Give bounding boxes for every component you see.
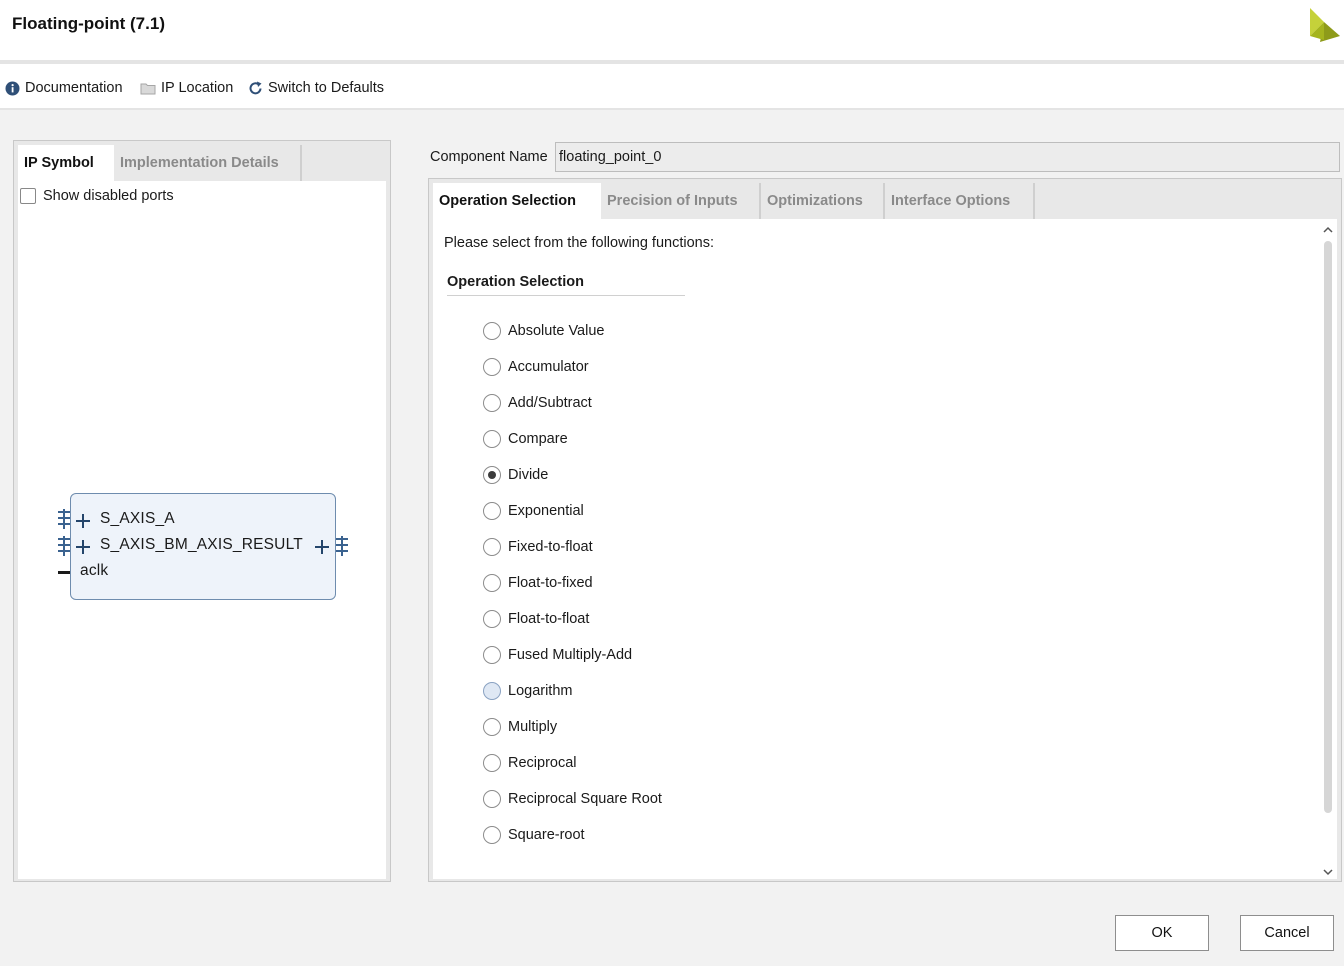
toolbar: Documentation IP Location Switch to Defa… — [0, 64, 1344, 110]
bus-connector-icon — [58, 509, 70, 529]
show-disabled-ports-checkbox[interactable]: Show disabled ports — [20, 188, 174, 204]
radio-button[interactable] — [483, 646, 501, 664]
section-divider — [447, 295, 685, 296]
operation-label: Compare — [508, 431, 568, 447]
operation-option[interactable]: Float-to-float — [483, 609, 589, 629]
operation-option[interactable]: Divide — [483, 465, 548, 485]
operation-option[interactable]: Exponential — [483, 501, 584, 521]
show-disabled-ports-label: Show disabled ports — [43, 188, 174, 204]
operation-label: Logarithm — [508, 683, 573, 699]
radio-button[interactable] — [483, 610, 501, 628]
tab-optimizations[interactable]: Optimizations — [761, 183, 883, 219]
cancel-button[interactable]: Cancel — [1240, 915, 1334, 951]
title-bar: Floating-point (7.1) — [0, 0, 1344, 60]
component-name-input[interactable] — [555, 142, 1340, 172]
ip-location-label: IP Location — [161, 80, 234, 96]
scrollbar-thumb[interactable] — [1324, 241, 1332, 813]
operation-label: Absolute Value — [508, 323, 605, 339]
radio-button[interactable] — [483, 718, 501, 736]
operation-option[interactable]: Reciprocal — [483, 753, 577, 773]
checkbox-box — [20, 188, 36, 204]
operation-label: Square-root — [508, 827, 585, 843]
port-s-axis-b-m-axis-result: S_AXIS_BM_AXIS_RESULT — [100, 536, 303, 553]
operation-label: Float-to-fixed — [508, 575, 593, 591]
right-panel: Operation Selection Precision of Inputs … — [428, 178, 1342, 882]
tab-separator — [300, 145, 302, 181]
bus-connector-icon — [336, 536, 348, 556]
ip-block[interactable]: S_AXIS_A S_AXIS_BM_AXIS_RESULT aclk — [70, 493, 336, 600]
operation-option[interactable]: Fused Multiply-Add — [483, 645, 632, 665]
radio-button[interactable] — [483, 394, 501, 412]
tab-precision-of-inputs[interactable]: Precision of Inputs — [601, 183, 759, 219]
port-aclk: aclk — [80, 562, 109, 579]
ip-location-button[interactable]: IP Location — [140, 79, 233, 97]
operation-label: Exponential — [508, 503, 584, 519]
left-panel: IP Symbol Implementation Details Show di… — [13, 140, 391, 882]
section-title: Operation Selection — [447, 274, 584, 290]
operation-label: Accumulator — [508, 359, 589, 375]
operation-option[interactable]: Logarithm — [483, 681, 572, 701]
ip-symbol-view: Show disabled ports S_AXIS_A S_AXIS_BM_A… — [18, 181, 386, 879]
chevron-down-icon[interactable] — [1323, 867, 1333, 877]
operation-option[interactable]: Square-root — [483, 825, 585, 845]
vertical-scrollbar[interactable] — [1321, 221, 1335, 877]
radio-button[interactable] — [483, 502, 501, 520]
radio-button[interactable] — [483, 790, 501, 808]
operation-option[interactable]: Fixed-to-float — [483, 537, 593, 557]
tab-ip-symbol[interactable]: IP Symbol — [18, 145, 114, 181]
radio-button[interactable] — [483, 682, 501, 700]
operation-option[interactable]: Compare — [483, 429, 568, 449]
operation-label: Float-to-float — [508, 611, 590, 627]
operation-label: Multiply — [508, 719, 558, 735]
window-title: Floating-point (7.1) — [12, 14, 165, 33]
tab-interface-options[interactable]: Interface Options — [885, 183, 1033, 219]
documentation-label: Documentation — [25, 80, 123, 96]
operation-label: Divide — [508, 467, 549, 483]
left-tabs: IP Symbol Implementation Details — [18, 145, 302, 181]
xilinx-logo-icon — [1310, 8, 1340, 42]
radio-button[interactable] — [483, 466, 501, 484]
operation-option[interactable]: Add/Subtract — [483, 393, 592, 413]
refresh-icon — [249, 81, 262, 94]
component-name-label: Component Name — [430, 149, 548, 165]
operation-label: Fixed-to-float — [508, 539, 593, 555]
port-s-axis-a: S_AXIS_A — [100, 510, 175, 527]
switch-to-defaults-label: Switch to Defaults — [268, 80, 385, 96]
bus-connector-icon — [58, 536, 70, 556]
radio-button[interactable] — [483, 358, 501, 376]
ok-button[interactable]: OK — [1115, 915, 1209, 951]
intro-text: Please select from the following functio… — [444, 235, 714, 251]
documentation-button[interactable]: Documentation — [5, 79, 123, 97]
tab-implementation-details[interactable]: Implementation Details — [114, 145, 286, 181]
operation-option[interactable]: Accumulator — [483, 357, 589, 377]
operation-label: Fused Multiply-Add — [508, 647, 633, 663]
radio-button[interactable] — [483, 826, 501, 844]
expand-port-icon[interactable] — [315, 540, 329, 554]
expand-port-icon[interactable] — [76, 514, 90, 528]
chevron-up-icon[interactable] — [1323, 225, 1333, 235]
radio-button[interactable] — [483, 538, 501, 556]
folder-icon — [140, 83, 156, 94]
operation-label: Add/Subtract — [508, 395, 592, 411]
expand-port-icon[interactable] — [76, 540, 90, 554]
radio-button[interactable] — [483, 574, 501, 592]
operation-selection-view: Please select from the following functio… — [433, 219, 1337, 879]
operation-option[interactable]: Float-to-fixed — [483, 573, 593, 593]
operation-option[interactable]: Multiply — [483, 717, 557, 737]
operation-option[interactable]: Reciprocal Square Root — [483, 789, 662, 809]
operation-option[interactable]: Absolute Value — [483, 321, 604, 341]
radio-button[interactable] — [483, 754, 501, 772]
switch-to-defaults-button[interactable]: Switch to Defaults — [248, 79, 384, 97]
tab-operation-selection[interactable]: Operation Selection — [433, 183, 601, 219]
config-tabs: Operation Selection Precision of Inputs … — [433, 183, 1035, 219]
radio-button[interactable] — [483, 430, 501, 448]
operation-label: Reciprocal Square Root — [508, 791, 662, 807]
clock-wire — [58, 571, 70, 574]
tab-separator — [1033, 183, 1035, 219]
operation-label: Reciprocal — [508, 755, 577, 771]
radio-button[interactable] — [483, 322, 501, 340]
info-icon — [5, 81, 20, 95]
